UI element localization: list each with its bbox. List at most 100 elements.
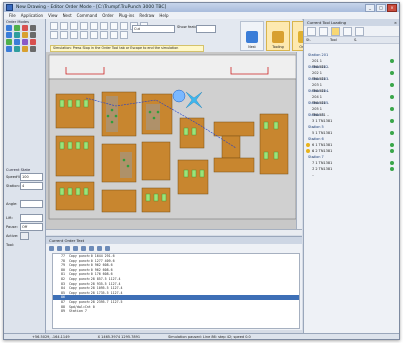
- delete-icon[interactable]: [73, 245, 78, 251]
- tool-row[interactable]: 205 1 TN1381 ..: [304, 106, 399, 117]
- settings-icon[interactable]: [355, 26, 364, 36]
- new-icon[interactable]: [50, 22, 58, 30]
- lift-field: Lift:: [6, 214, 43, 222]
- nest-button[interactable]: Nest: [240, 21, 264, 51]
- unload-icon[interactable]: [319, 26, 328, 36]
- rotate-icon[interactable]: [14, 32, 20, 38]
- insert-icon[interactable]: [65, 245, 70, 251]
- tool-row[interactable]: 7 2 TN1381 ..: [304, 166, 399, 177]
- pause-icon[interactable]: [60, 31, 68, 39]
- ok-status-icon: [390, 71, 394, 75]
- tool-row[interactable]: 3 1 TN1381 ..: [304, 118, 399, 129]
- tool-row[interactable]: 5 1 TN1381 ..: [304, 130, 399, 141]
- status-bar: +56.5029, -164.1149 X 1465.3974 1295.789…: [4, 333, 399, 339]
- tool-row-text: 205 1 TN1381 ..: [312, 107, 330, 117]
- step-icon[interactable]: [80, 31, 88, 39]
- tooling-button[interactable]: Tooling: [266, 21, 290, 51]
- col-status: S.: [354, 38, 358, 42]
- move-up-icon[interactable]: [49, 245, 54, 251]
- stop-icon[interactable]: [30, 39, 36, 45]
- menu-order[interactable]: Order: [102, 13, 113, 18]
- collapse-icon[interactable]: [105, 245, 110, 251]
- panel-close-icon[interactable]: ×: [394, 19, 397, 26]
- menu-plugins[interactable]: Plug-ins: [119, 13, 135, 18]
- load-icon[interactable]: [307, 26, 316, 36]
- lift-input[interactable]: [20, 214, 43, 222]
- menu-help[interactable]: Help: [159, 13, 168, 18]
- sequence-icon[interactable]: [22, 32, 28, 38]
- station-input[interactable]: 4: [20, 182, 43, 190]
- part-14: [213, 157, 255, 173]
- play-icon[interactable]: [50, 31, 58, 39]
- zoom-icon[interactable]: [6, 46, 12, 52]
- canvas-vertical-scrollbar[interactable]: [296, 52, 302, 230]
- move-icon[interactable]: [30, 25, 36, 31]
- ok-status-icon: [390, 95, 394, 99]
- rewind-icon[interactable]: [90, 31, 98, 39]
- menu-redraw[interactable]: Redraw: [139, 13, 154, 18]
- simulation-dropdown[interactable]: Cut: [132, 25, 175, 33]
- cut-icon[interactable]: [110, 22, 118, 30]
- select-icon[interactable]: [6, 25, 12, 31]
- sort-icon[interactable]: [6, 32, 12, 38]
- pause-dropdown[interactable]: Off: [20, 223, 43, 231]
- tool-row[interactable]: 201 1 TN1381 ..: [304, 58, 399, 69]
- active-checkbox[interactable]: [20, 232, 29, 240]
- main-toolbar: Cut Show features Simulation: Press Stop…: [46, 19, 342, 53]
- angle-input[interactable]: [20, 200, 43, 208]
- order-text-listing[interactable]: 77 Copy punch:0 1644 291.6 78 Copy punch…: [52, 253, 300, 329]
- col-station: St.: [306, 38, 311, 42]
- grid-icon[interactable]: [30, 46, 36, 52]
- fit-icon[interactable]: [110, 31, 118, 39]
- move-down-icon[interactable]: [57, 245, 62, 251]
- punch-icon[interactable]: [14, 39, 20, 45]
- tool-loading-toolbar: [304, 26, 399, 37]
- redo-icon[interactable]: [100, 22, 108, 30]
- menu-file[interactable]: File: [9, 13, 16, 18]
- nibble-icon[interactable]: [6, 39, 12, 45]
- speed-input[interactable]: 100: [20, 173, 43, 181]
- menu-command[interactable]: Command: [77, 13, 98, 18]
- split-icon[interactable]: [30, 32, 36, 38]
- speed-field: Speed%: 100: [6, 173, 43, 181]
- undo-icon[interactable]: [90, 22, 98, 30]
- hole: [67, 99, 73, 108]
- filter-icon[interactable]: [89, 245, 94, 251]
- maximize-button[interactable]: □: [376, 4, 386, 12]
- drawing-canvas[interactable]: [46, 52, 302, 235]
- refresh-icon[interactable]: [343, 26, 352, 36]
- minimize-button[interactable]: _: [365, 4, 375, 12]
- station-label: Station:: [6, 184, 20, 188]
- tool-head-icon: [172, 89, 186, 103]
- menu-nest[interactable]: Nest: [63, 13, 72, 18]
- close-button[interactable]: ×: [387, 4, 397, 12]
- active-field: Active:: [6, 232, 43, 240]
- tool-row[interactable]: 202 1 TN1381 ..: [304, 70, 399, 81]
- stop-icon[interactable]: [70, 31, 78, 39]
- add-icon[interactable]: [14, 25, 20, 31]
- repos-icon[interactable]: [22, 39, 28, 45]
- pause-label: Pause:: [6, 225, 18, 229]
- menu-application[interactable]: Application: [21, 13, 43, 18]
- copy-icon[interactable]: [120, 22, 128, 30]
- clamp-zone: [48, 54, 297, 80]
- hole: [263, 121, 269, 130]
- expand-icon[interactable]: [97, 245, 102, 251]
- tool-row[interactable]: 6 2 TN1381 ..: [304, 148, 399, 159]
- find-icon[interactable]: [81, 245, 86, 251]
- menu-view[interactable]: View: [48, 13, 58, 18]
- forward-icon[interactable]: [100, 31, 108, 39]
- tool-row[interactable]: 204 1 TN1381 ..: [304, 94, 399, 105]
- show-features-dropdown[interactable]: [196, 25, 216, 33]
- turret-icon[interactable]: [331, 26, 340, 36]
- save-icon[interactable]: [70, 22, 78, 30]
- tool-row[interactable]: 203 1 TN1381 ..: [304, 82, 399, 93]
- zoom-out-icon[interactable]: [120, 31, 128, 39]
- canvas-horizontal-scrollbar[interactable]: [46, 229, 302, 235]
- open-icon[interactable]: [60, 22, 68, 30]
- remove-icon[interactable]: [22, 25, 28, 31]
- code-line[interactable]: 89 Station 7: [53, 309, 299, 314]
- pan-icon[interactable]: [14, 46, 20, 52]
- print-icon[interactable]: [80, 22, 88, 30]
- measure-icon[interactable]: [22, 46, 28, 52]
